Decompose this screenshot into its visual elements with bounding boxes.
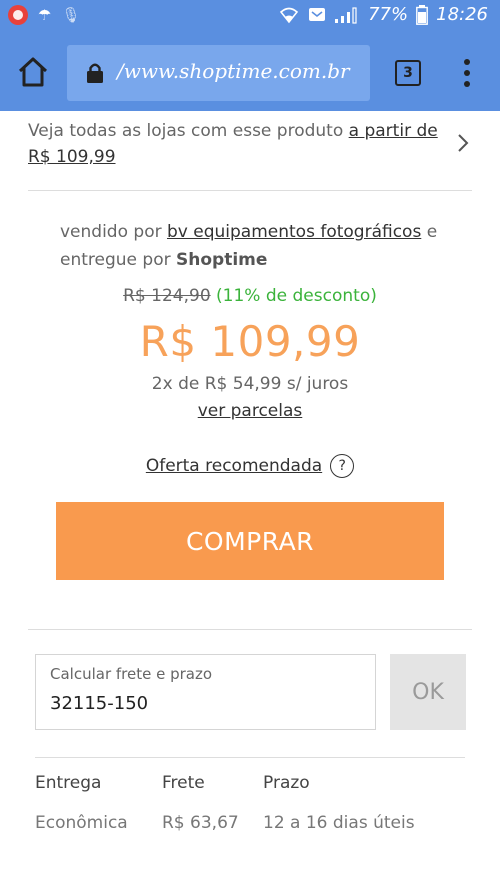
deliverer-name: Shoptime: [176, 250, 268, 270]
buy-button[interactable]: COMPRAR: [56, 502, 444, 580]
lock-icon: [87, 63, 103, 83]
message-icon: [309, 7, 326, 21]
old-price: R$ 124,90: [123, 286, 211, 306]
delivery-type: Econômica: [35, 813, 128, 833]
home-icon: [18, 57, 48, 87]
browser-toolbar: /www.shoptime.com.br 3: [0, 33, 500, 111]
notification-weather-icon: ☂: [38, 6, 52, 24]
seller-link[interactable]: bv equipamentos fotográficos: [167, 222, 421, 242]
freight-input-value: 32115-150: [50, 693, 149, 714]
freight-cost: R$ 63,67: [162, 813, 239, 833]
tab-switcher-button[interactable]: 3: [395, 60, 421, 86]
see-installments-link[interactable]: ver parcelas: [0, 401, 500, 421]
battery-percent: 77%: [368, 4, 409, 25]
status-right: 77% 18:26: [278, 4, 488, 25]
installments-text: 2x de R$ 54,99 s/ juros: [151, 374, 349, 394]
freight-input-label: Calcular frete e prazo: [50, 665, 213, 683]
divider: [35, 757, 465, 758]
discount-badge: (11% de desconto): [210, 286, 377, 306]
old-price-row: R$ 124,90 (11% de desconto): [0, 286, 500, 306]
all-stores-prefix: Veja todas as lojas com esse produto: [28, 121, 349, 141]
menu-dot: [464, 81, 470, 87]
battery-icon: [416, 4, 429, 25]
home-button[interactable]: [16, 55, 50, 89]
notification-icons: ☂ 🎙︎: [8, 5, 81, 25]
status-bar: ☂ 🎙︎ 77% 18:26: [0, 0, 500, 33]
notification-mic-icon: 🎙︎: [61, 6, 81, 24]
menu-dot: [464, 59, 470, 65]
recommended-offer-link[interactable]: Oferta recomendada: [146, 456, 322, 476]
wifi-icon: [280, 7, 299, 23]
url-text: /www.shoptime.com.br: [117, 59, 350, 83]
current-price: R$ 109,99: [139, 317, 361, 366]
address-bar[interactable]: /www.shoptime.com.br: [67, 45, 370, 101]
freight-ok-button[interactable]: OK: [390, 654, 466, 730]
column-header-deadline: Prazo: [263, 773, 310, 793]
sold-by-label: vendido por: [60, 222, 167, 242]
notification-app-icon: [8, 5, 28, 25]
divider: [28, 190, 472, 191]
freight-cep-input[interactable]: Calcular frete e prazo 32115-150: [35, 654, 376, 730]
menu-dot: [464, 70, 470, 76]
overflow-menu-button[interactable]: [460, 59, 474, 87]
delivery-deadline: 12 a 16 dias úteis: [263, 813, 415, 833]
signal-icon: [335, 6, 357, 24]
column-header-delivery: Entrega: [35, 773, 102, 793]
clock: 18:26: [436, 4, 488, 25]
column-header-freight: Frete: [162, 773, 205, 793]
seller-info: vendido por bv equipamentos fotográficos…: [60, 218, 460, 274]
help-icon[interactable]: ?: [330, 454, 355, 478]
all-stores-link[interactable]: Veja todas as lojas com esse produto a p…: [28, 118, 448, 170]
divider: [28, 629, 472, 630]
chevron-right-icon[interactable]: [456, 133, 470, 153]
recommended-offer-row: Oferta recomendada ?: [0, 454, 500, 478]
